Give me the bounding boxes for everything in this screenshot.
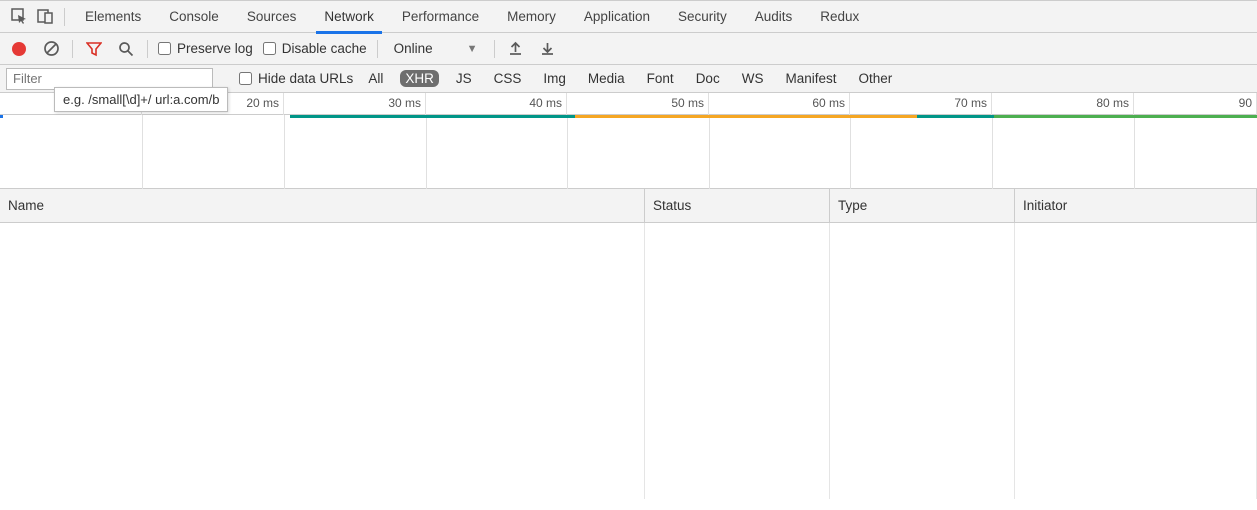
chevron-down-icon: ▼: [467, 43, 478, 55]
hide-data-urls-input[interactable]: [239, 72, 252, 85]
tab-memory[interactable]: Memory: [493, 1, 570, 33]
column-header-initiator[interactable]: Initiator: [1015, 189, 1257, 222]
timeline-gridline: [992, 115, 993, 189]
tab-audits[interactable]: Audits: [741, 1, 807, 33]
filter-type-other[interactable]: Other: [853, 70, 897, 87]
timeline-bar: [917, 115, 994, 118]
column-body-name: [0, 223, 645, 499]
tab-label: Sources: [247, 9, 297, 24]
tab-application[interactable]: Application: [570, 1, 664, 33]
tab-label: Security: [678, 9, 727, 24]
timeline-bar: [290, 115, 575, 118]
hide-data-urls-label: Hide data URLs: [258, 71, 353, 86]
separator: [494, 40, 495, 58]
resource-type-filters: All XHR JS CSS Img Media Font Doc WS Man…: [363, 70, 897, 87]
timeline-gridline: [850, 115, 851, 189]
tab-label: Audits: [755, 9, 793, 24]
tab-label: Network: [324, 9, 374, 24]
tab-label: Elements: [85, 9, 141, 24]
column-header-status[interactable]: Status: [645, 189, 830, 222]
timeline-tick: 60 ms: [709, 93, 850, 115]
filter-bar: e.g. /small[\d]+/ url:a.com/b Hide data …: [0, 65, 1257, 93]
tab-label: Memory: [507, 9, 556, 24]
column-body-initiator: [1015, 223, 1257, 499]
filter-tooltip: e.g. /small[\d]+/ url:a.com/b: [54, 87, 228, 112]
timeline-gridline: [709, 115, 710, 189]
requests-table-body: [0, 223, 1257, 499]
column-header-name[interactable]: Name: [0, 189, 645, 222]
timeline-tick: 50 ms: [567, 93, 709, 115]
disable-cache-label: Disable cache: [282, 41, 367, 56]
requests-table-header: Name Status Type Initiator: [0, 189, 1257, 223]
network-toolbar: Preserve log Disable cache Online ▼: [0, 33, 1257, 65]
preserve-log-label: Preserve log: [177, 41, 253, 56]
timeline-tick: 30 ms: [284, 93, 426, 115]
device-toggle-icon[interactable]: [32, 4, 58, 30]
filter-type-all[interactable]: All: [363, 70, 388, 87]
tab-label: Performance: [402, 9, 479, 24]
timeline-tick: 70 ms: [850, 93, 992, 115]
filter-type-xhr[interactable]: XHR: [400, 70, 439, 87]
hide-data-urls-checkbox[interactable]: Hide data URLs: [239, 71, 353, 86]
download-har-button[interactable]: [537, 38, 559, 60]
timeline-gridline: [284, 115, 285, 189]
column-body-type: [830, 223, 1015, 499]
tab-label: Redux: [820, 9, 859, 24]
filter-type-manifest[interactable]: Manifest: [780, 70, 841, 87]
timeline-gridline: [567, 115, 568, 189]
clear-button[interactable]: [40, 38, 62, 60]
filter-type-js[interactable]: JS: [451, 70, 477, 87]
timeline-gridline: [1134, 115, 1135, 189]
separator: [64, 8, 65, 26]
filter-type-ws[interactable]: WS: [737, 70, 769, 87]
throttling-select[interactable]: Online ▼: [388, 41, 484, 56]
filter-type-doc[interactable]: Doc: [691, 70, 725, 87]
filter-type-img[interactable]: Img: [538, 70, 571, 87]
separator: [147, 40, 148, 58]
tab-label: Application: [584, 9, 650, 24]
inspect-element-icon[interactable]: [6, 4, 32, 30]
timeline-tick: 90: [1134, 93, 1257, 115]
tab-sources[interactable]: Sources: [233, 1, 311, 33]
filter-type-font[interactable]: Font: [642, 70, 679, 87]
filter-toggle-button[interactable]: [83, 38, 105, 60]
tab-performance[interactable]: Performance: [388, 1, 493, 33]
disable-cache-input[interactable]: [263, 42, 276, 55]
disable-cache-checkbox[interactable]: Disable cache: [263, 41, 367, 56]
tab-label: Console: [169, 9, 219, 24]
column-body-status: [645, 223, 830, 499]
record-button[interactable]: [8, 38, 30, 60]
timeline-gridline: [426, 115, 427, 189]
separator: [377, 40, 378, 58]
preserve-log-checkbox[interactable]: Preserve log: [158, 41, 253, 56]
timeline-tick: 40 ms: [426, 93, 567, 115]
timeline-gridline: [142, 115, 143, 189]
devtools-tab-strip: Elements Console Sources Network Perform…: [0, 1, 1257, 33]
search-button[interactable]: [115, 38, 137, 60]
filter-type-css[interactable]: CSS: [489, 70, 527, 87]
tab-console[interactable]: Console: [155, 1, 233, 33]
throttling-value: Online: [394, 41, 433, 56]
timeline-bar: [0, 115, 3, 118]
tab-network[interactable]: Network: [310, 1, 388, 33]
timeline-body[interactable]: [0, 115, 1257, 189]
upload-har-button[interactable]: [505, 38, 527, 60]
record-icon: [12, 42, 26, 56]
filter-type-media[interactable]: Media: [583, 70, 630, 87]
timeline-tick: 80 ms: [992, 93, 1134, 115]
tab-redux[interactable]: Redux: [806, 1, 873, 33]
timeline-bar: [994, 115, 1257, 118]
preserve-log-input[interactable]: [158, 42, 171, 55]
tab-security[interactable]: Security: [664, 1, 741, 33]
column-header-type[interactable]: Type: [830, 189, 1015, 222]
timeline-bar: [575, 115, 917, 118]
tab-elements[interactable]: Elements: [71, 1, 155, 33]
separator: [72, 40, 73, 58]
